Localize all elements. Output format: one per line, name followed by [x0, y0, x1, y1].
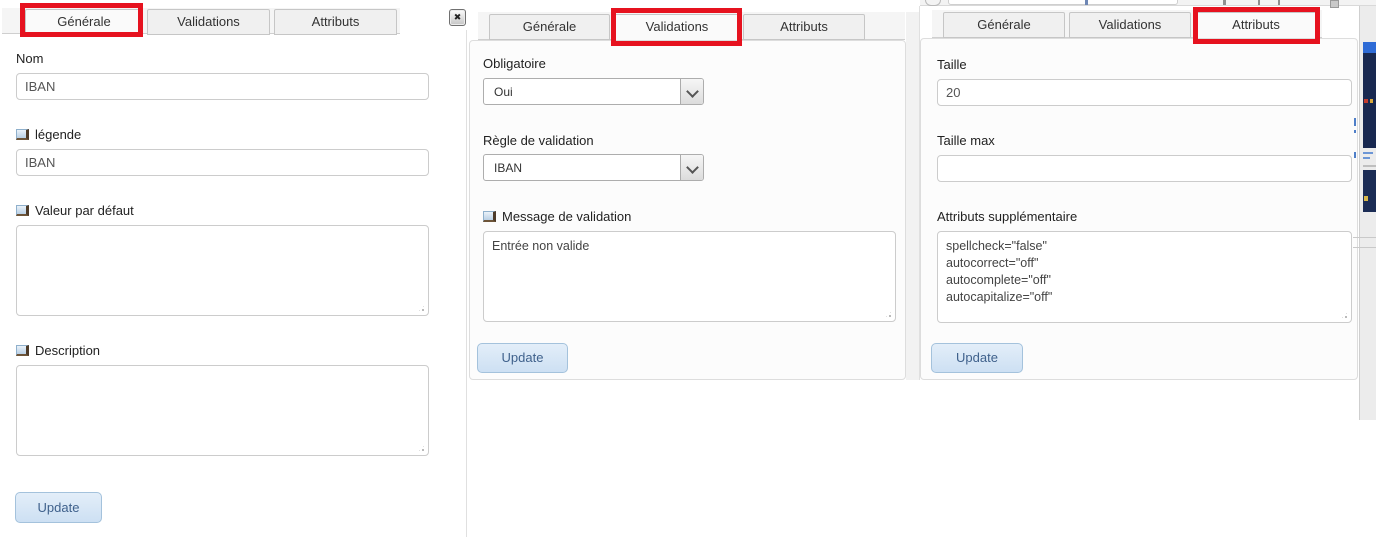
text-field-icon: [16, 345, 29, 356]
nom-label: Nom: [16, 51, 44, 66]
obligatoire-select[interactable]: Oui: [483, 78, 704, 105]
description-textarea[interactable]: [17, 366, 428, 455]
screenshot-edge-artifact: [1364, 196, 1368, 201]
screenshot-edge-artifact: [1370, 99, 1373, 103]
panel-divider: [466, 30, 467, 537]
tab-validations-3[interactable]: Validations: [1069, 12, 1191, 38]
browser-chrome-fragment: [1258, 0, 1260, 5]
attributs-supplementaire-label: Attributs supplémentaire: [937, 209, 1078, 224]
attributs-supplementaire-textarea[interactable]: spellcheck="false" autocorrect="off" aut…: [938, 232, 1351, 322]
tab-attributs-3[interactable]: Attributs: [1195, 12, 1317, 38]
tab-validations-2[interactable]: Validations: [614, 14, 740, 40]
obligatoire-select-value: Oui: [494, 85, 513, 99]
valeur-par-defaut-textarea-wrap: [16, 225, 429, 316]
update-button-validations[interactable]: Update: [477, 343, 568, 373]
screenshot-edge-artifact: [1353, 237, 1376, 238]
attributs-supplementaire-textarea-wrap: spellcheck="false" autocorrect="off" aut…: [937, 231, 1352, 323]
screenshot-edge-artifact: [1363, 170, 1376, 212]
legende-input[interactable]: [16, 149, 429, 176]
message-validation-textarea-wrap: Entrée non valide: [483, 231, 896, 322]
taille-max-label: Taille max: [937, 133, 995, 148]
legende-label-text: légende: [35, 127, 82, 142]
screenshot-edge-artifact: [1363, 152, 1373, 154]
tab-attributs-1[interactable]: Attributs: [274, 9, 397, 35]
tab-generale-1[interactable]: Générale: [25, 9, 143, 35]
chevron-down-icon[interactable]: [680, 79, 703, 104]
screenshot-edge-artifact: [1364, 99, 1368, 103]
tab-validations-1[interactable]: Validations: [147, 9, 270, 35]
taille-input[interactable]: [937, 79, 1352, 106]
tab-generale-2[interactable]: Générale: [489, 14, 610, 40]
regle-validation-select-value: IBAN: [494, 161, 523, 175]
browser-chrome-fragment: [948, 0, 1178, 5]
close-icon[interactable]: ✖: [449, 9, 466, 26]
valeur-par-defaut-label: Valeur par défaut: [16, 203, 134, 218]
tab-attributs-2[interactable]: Attributs: [743, 14, 865, 40]
chevron-down-icon[interactable]: [680, 155, 703, 180]
taille-label: Taille: [937, 57, 967, 72]
taille-max-input[interactable]: [937, 155, 1352, 182]
tab-generale-3[interactable]: Générale: [943, 12, 1065, 38]
valeur-par-defaut-label-text: Valeur par défaut: [35, 203, 134, 218]
screenshot-edge-artifact: [1354, 152, 1356, 158]
text-field-icon: [16, 129, 29, 140]
screenshot-edge-artifact: [1354, 118, 1356, 126]
regle-validation-select[interactable]: IBAN: [483, 154, 704, 181]
regle-validation-label: Règle de validation: [483, 133, 594, 148]
screenshot-edge-artifact: [1363, 42, 1376, 53]
screenshot-root: Générale Validations Attributs ✖ Nom lég…: [0, 0, 1376, 537]
browser-chrome-fragment: [1223, 0, 1226, 5]
description-textarea-wrap: [16, 365, 429, 456]
browser-chrome-fragment: [1330, 0, 1339, 8]
screenshot-edge-artifact: [1363, 165, 1376, 167]
nom-input[interactable]: [16, 73, 429, 100]
text-field-icon: [483, 211, 496, 222]
browser-chrome-fragment: [1085, 0, 1088, 5]
description-label-text: Description: [35, 343, 101, 358]
message-validation-textarea[interactable]: Entrée non valide: [484, 232, 895, 321]
browser-chrome-fragment: [1278, 0, 1280, 5]
screenshot-edge-artifact: [1353, 247, 1376, 248]
page-background-strip: [906, 12, 919, 380]
screenshot-edge-artifact: [1363, 157, 1370, 159]
message-validation-label-text: Message de validation: [502, 209, 632, 224]
message-validation-label: Message de validation: [483, 209, 631, 224]
valeur-par-defaut-textarea[interactable]: [17, 226, 428, 315]
description-label: Description: [16, 343, 100, 358]
screenshot-edge-artifact: [1354, 130, 1356, 133]
update-button-attributs[interactable]: Update: [931, 343, 1023, 373]
legende-label: légende: [16, 127, 81, 142]
obligatoire-label: Obligatoire: [483, 56, 546, 71]
update-button-generale[interactable]: Update: [15, 492, 102, 523]
text-field-icon: [16, 205, 29, 216]
